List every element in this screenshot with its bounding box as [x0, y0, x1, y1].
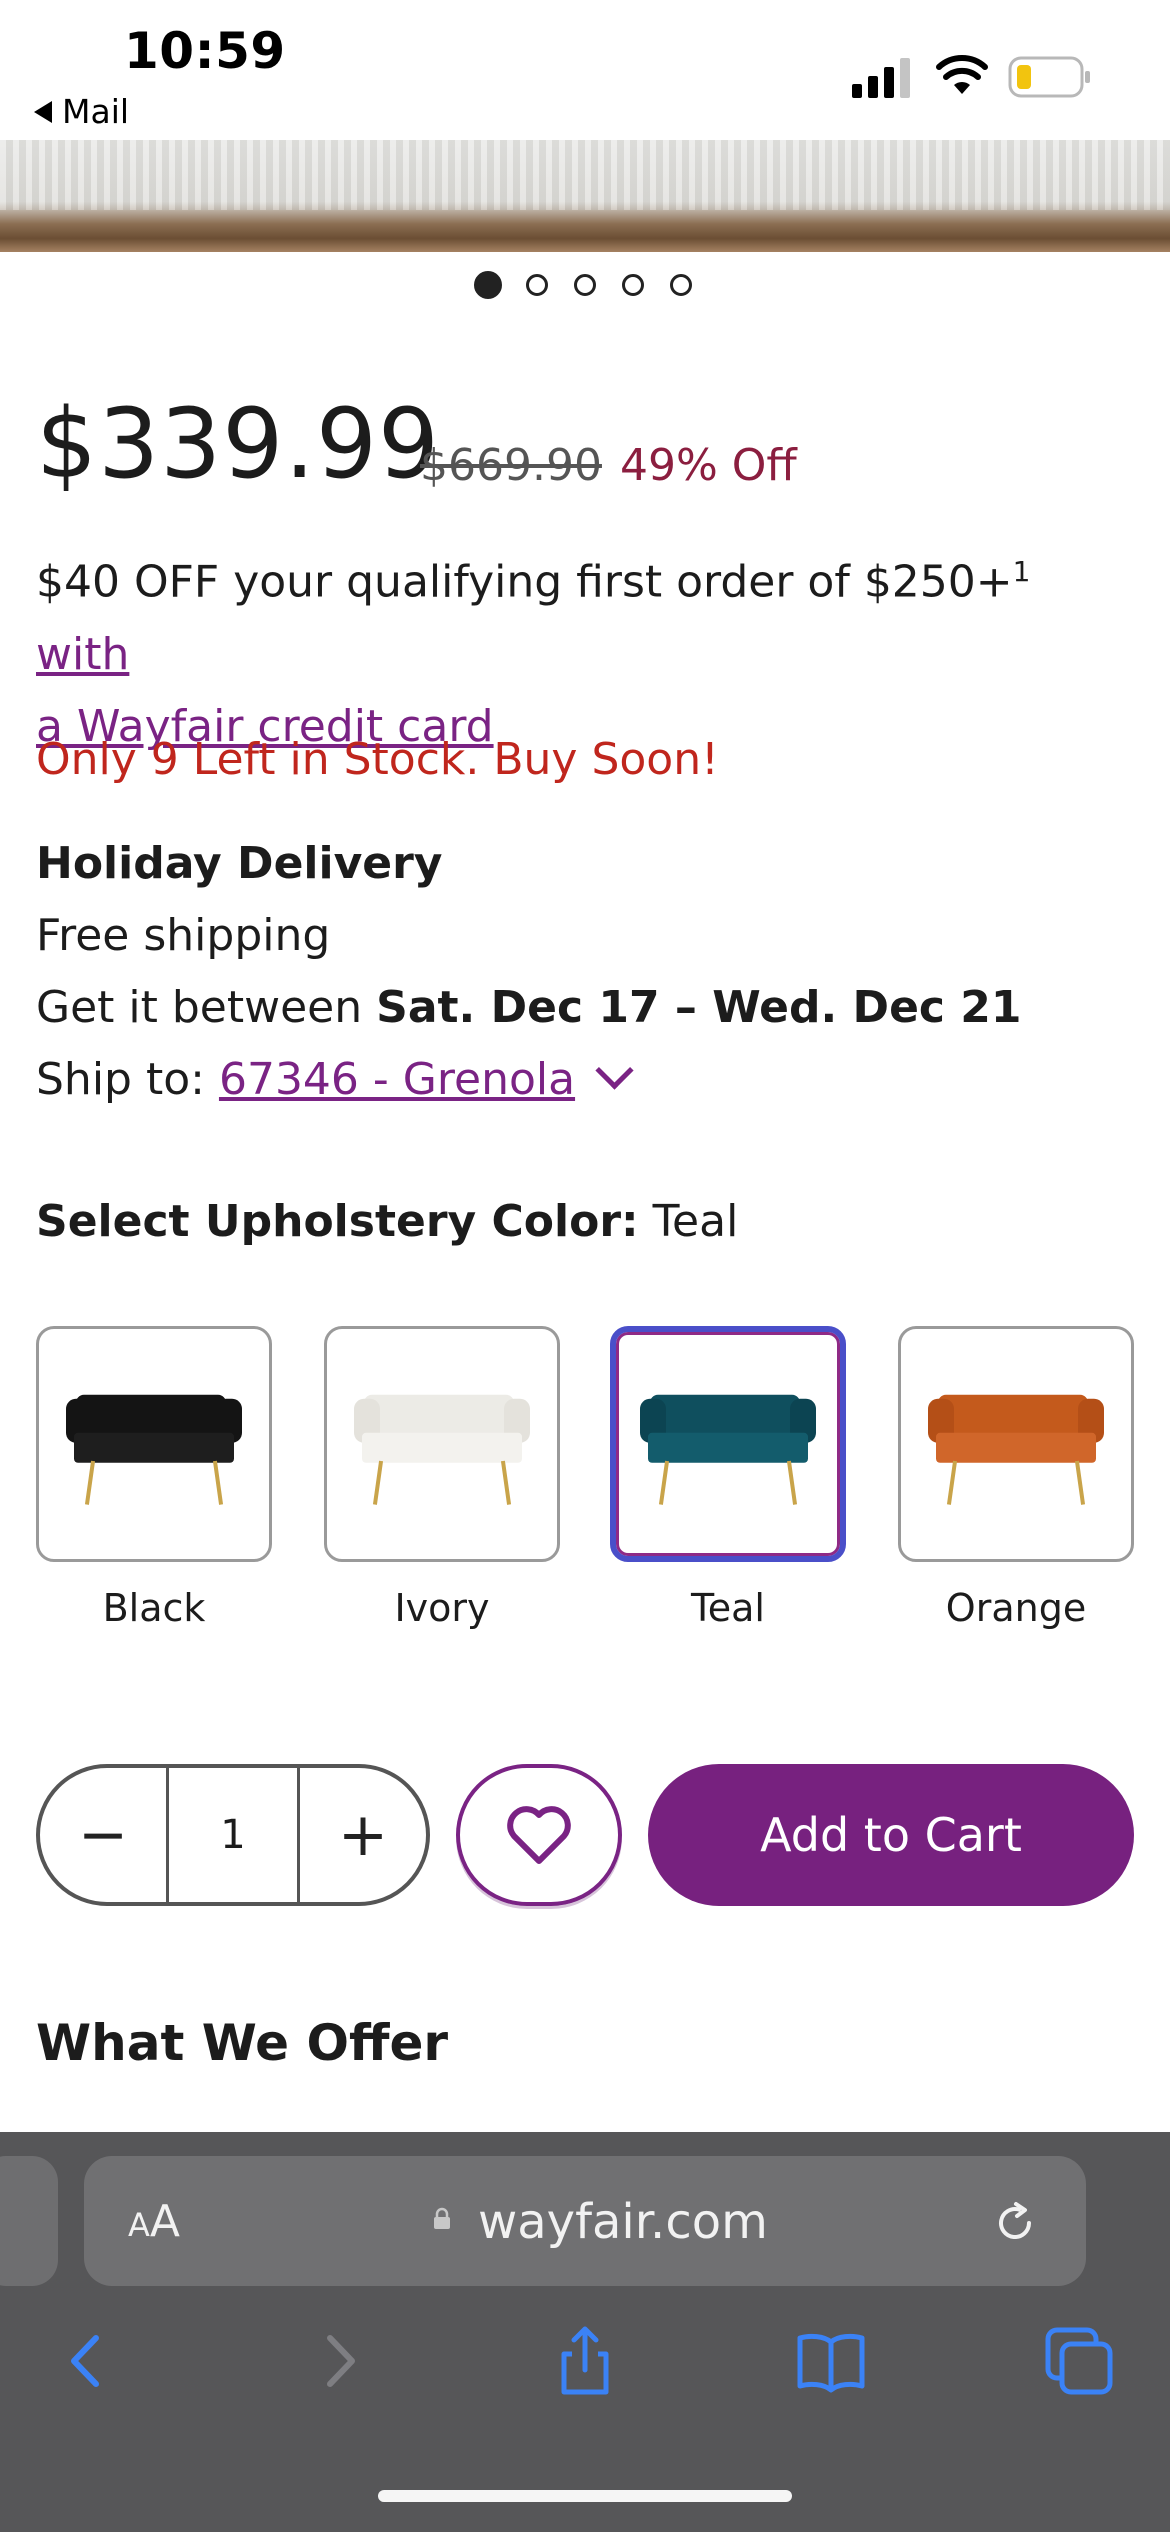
- sofa-teal-image: [640, 1389, 816, 1509]
- add-to-cart-button[interactable]: Add to Cart: [648, 1764, 1134, 1906]
- carousel-dot-4[interactable]: [622, 274, 644, 296]
- heart-icon: [507, 1806, 571, 1864]
- aa-large: A: [149, 2196, 180, 2247]
- delivery-window-prefix: Get it between: [36, 982, 377, 1033]
- lock-icon: [434, 2207, 450, 2229]
- product-image[interactable]: [0, 140, 1170, 252]
- sofa-ivory-image: [354, 1389, 530, 1509]
- delivery-window: Get it between Sat. Dec 17 – Wed. Dec 21: [36, 982, 1022, 1033]
- tabs-icon[interactable]: [1044, 2326, 1114, 2396]
- favorite-button[interactable]: [456, 1764, 622, 1906]
- home-indicator[interactable]: [378, 2490, 792, 2502]
- increase-quantity-button[interactable]: +: [300, 1768, 426, 1902]
- ship-to-label: Ship to:: [36, 1054, 219, 1105]
- back-triangle-icon: [34, 100, 52, 123]
- swatch-label-orange: Orange: [945, 1586, 1087, 1630]
- sofa-orange-image: [928, 1389, 1104, 1509]
- bookmarks-icon[interactable]: [796, 2326, 866, 2396]
- quantity-stepper: − 1 +: [36, 1764, 430, 1906]
- selected-color-value: Teal: [652, 1196, 739, 1247]
- status-time: 10:59: [124, 22, 286, 80]
- cellular-signal-icon: [852, 58, 910, 98]
- carousel-dot-1[interactable]: [474, 271, 502, 299]
- back-to-mail-link[interactable]: Mail: [34, 92, 129, 131]
- forward-arrow-icon[interactable]: [304, 2326, 374, 2396]
- chevron-down-icon[interactable]: [595, 1051, 634, 1090]
- swatch-orange[interactable]: [898, 1326, 1134, 1562]
- discount-badge: 49% Off: [620, 440, 797, 491]
- upholstery-color-label: Select Upholstery Color: Teal: [36, 1196, 738, 1247]
- promo-text: $40 OFF your qualifying first order of $…: [36, 556, 1013, 608]
- sofa-black-image: [66, 1389, 242, 1509]
- wifi-icon: [936, 55, 988, 94]
- share-icon[interactable]: [550, 2326, 620, 2396]
- aa-small: A: [128, 2206, 150, 2244]
- url-text[interactable]: wayfair.com: [478, 2194, 768, 2250]
- carousel-dot-2[interactable]: [526, 274, 548, 296]
- previous-tab-peek[interactable]: [0, 2156, 58, 2286]
- credit-card-link[interactable]: with: [36, 629, 129, 680]
- carousel-dot-5[interactable]: [670, 274, 692, 296]
- swatch-label-black: Black: [102, 1586, 206, 1630]
- back-arrow-icon[interactable]: [52, 2326, 122, 2396]
- reload-icon[interactable]: [992, 2200, 1038, 2246]
- sale-price: $339.99: [36, 388, 440, 500]
- original-price: $669.90: [420, 440, 602, 491]
- swatch-label-ivory: Ivory: [394, 1586, 490, 1630]
- swatch-teal[interactable]: [610, 1326, 846, 1562]
- section-heading: What We Offer: [36, 2014, 449, 2072]
- color-label-text: Select Upholstery Color:: [36, 1196, 639, 1247]
- credit-card-promo: $40 OFF your qualifying first order of $…: [36, 536, 1136, 763]
- carousel-dot-3[interactable]: [574, 274, 596, 296]
- decrease-quantity-button[interactable]: −: [40, 1768, 166, 1902]
- delivery-window-dates: Sat. Dec 17 – Wed. Dec 21: [376, 982, 1022, 1033]
- stock-warning: Only 9 Left in Stock. Buy Soon!: [36, 734, 719, 785]
- battery-icon: [1008, 56, 1090, 98]
- swatch-label-teal: Teal: [691, 1586, 765, 1630]
- quantity-value[interactable]: 1: [166, 1768, 300, 1902]
- reader-aa-button[interactable]: AA: [128, 2196, 180, 2247]
- ship-to-row: Ship to: 67346 - Grenola: [36, 1051, 634, 1105]
- swatch-black[interactable]: [36, 1326, 272, 1562]
- back-app-label: Mail: [62, 92, 130, 131]
- shipping-info: Free shipping: [36, 910, 331, 961]
- promo-footnote: 1: [1012, 555, 1031, 588]
- ship-to-zip-link[interactable]: 67346 - Grenola: [219, 1054, 575, 1105]
- delivery-title: Holiday Delivery: [36, 838, 443, 889]
- swatch-ivory[interactable]: [324, 1326, 560, 1562]
